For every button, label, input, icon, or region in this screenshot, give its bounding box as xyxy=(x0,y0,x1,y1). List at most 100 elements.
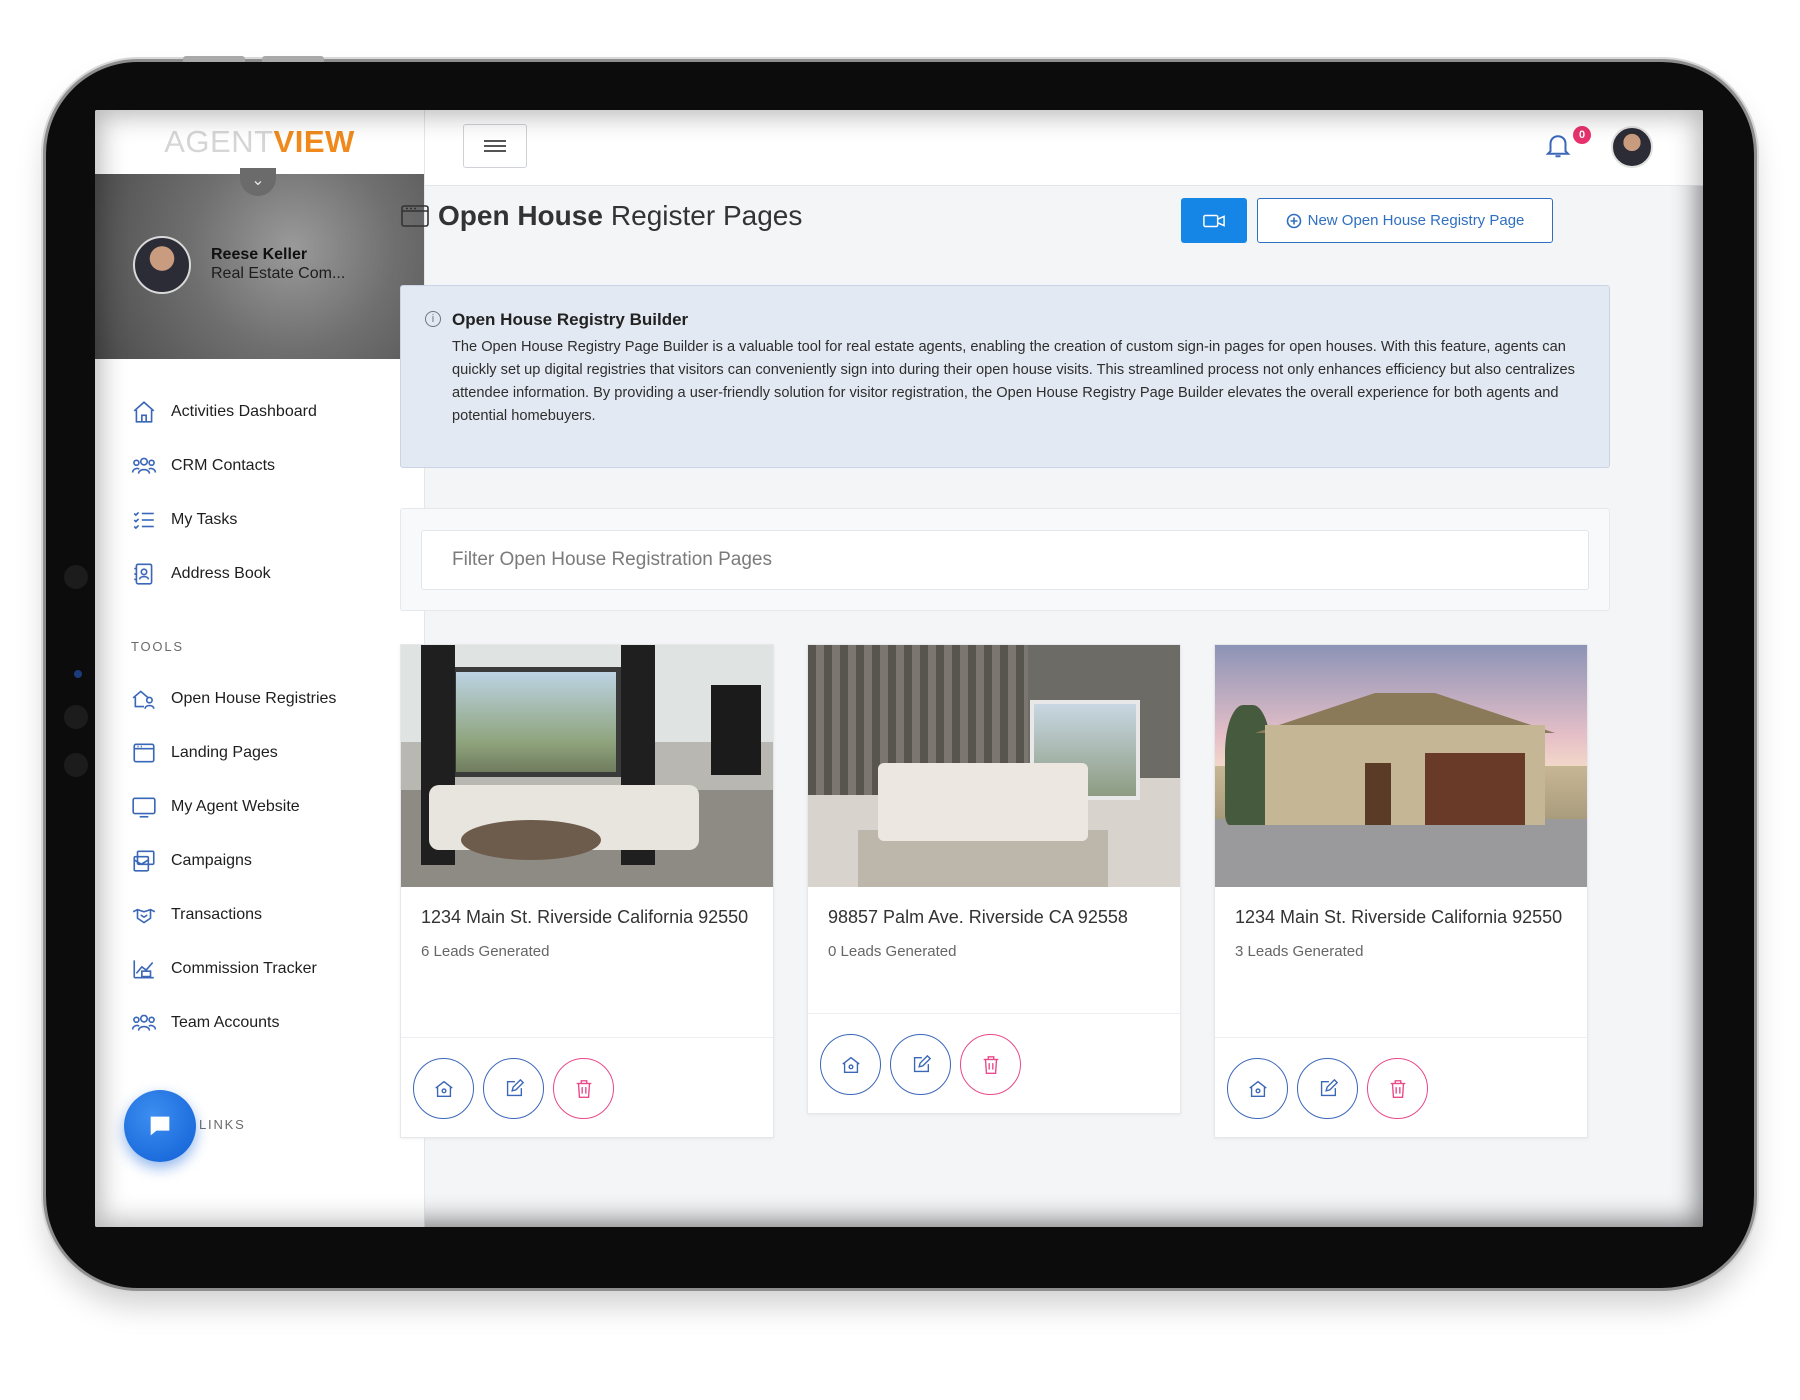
app-screen: AGENT VIEW ⌄ Reese Keller Real Estate Com… xyxy=(95,110,1703,1227)
video-camera-icon xyxy=(1203,214,1225,227)
sidebar-item-label: My Agent Website xyxy=(171,798,300,815)
app-logo[interactable]: AGENT VIEW xyxy=(95,110,424,174)
team-icon xyxy=(131,1014,157,1031)
edit-registry-button[interactable] xyxy=(1297,1058,1358,1119)
house-icon xyxy=(1248,1080,1267,1097)
card-leads: 6 Leads Generated xyxy=(421,943,550,960)
open-house-icon xyxy=(132,690,155,709)
chat-button[interactable] xyxy=(124,1090,196,1162)
avatar[interactable] xyxy=(133,236,191,294)
sidebar-item-crm-contacts[interactable]: CRM Contacts xyxy=(95,439,424,493)
bell-icon xyxy=(1545,135,1571,158)
sidebar-item-open-house-registries[interactable]: Open House Registries xyxy=(95,672,424,726)
home-icon xyxy=(133,401,155,423)
card-body: 1234 Main St. Riverside California 92550… xyxy=(401,887,773,1037)
page-title: Open House Register Pages xyxy=(400,200,802,232)
campaigns-icon xyxy=(133,850,155,872)
info-panel: i Open House Registry Builder The Open H… xyxy=(400,285,1610,468)
registry-card[interactable]: 1234 Main St. Riverside California 92550… xyxy=(400,644,774,1138)
video-tutorial-button[interactable] xyxy=(1181,198,1247,243)
sidebar-item-my-tasks[interactable]: My Tasks xyxy=(95,493,424,547)
info-title: Open House Registry Builder xyxy=(452,310,689,329)
card-actions xyxy=(1215,1037,1587,1137)
sidebar-main-nav: Activities Dashboard CRM Contacts My Tas… xyxy=(95,359,424,601)
filter-panel xyxy=(400,508,1610,611)
chevron-down-icon[interactable]: ⌄ xyxy=(240,168,276,196)
sidebar-item-address-book[interactable]: Address Book xyxy=(95,547,424,601)
view-registry-button[interactable] xyxy=(820,1034,881,1095)
delete-registry-button[interactable] xyxy=(960,1034,1021,1095)
page-title-rest: Register Pages xyxy=(610,200,803,231)
sidebar-item-team-accounts[interactable]: Team Accounts xyxy=(95,996,424,1050)
registry-card[interactable]: 98857 Palm Ave. Riverside CA 92558 0 Lea… xyxy=(807,644,1181,1114)
monitor-icon xyxy=(132,797,156,818)
card-address: 1234 Main St. Riverside California 92550 xyxy=(1235,907,1563,927)
trash-icon xyxy=(1390,1079,1405,1098)
sidebar-item-label: Transactions xyxy=(171,906,262,923)
links-section-label: LINKS xyxy=(199,1117,246,1132)
sidebar-item-my-agent-website[interactable]: My Agent Website xyxy=(95,780,424,834)
ipad-volume-button xyxy=(183,56,245,62)
logo-text-view: VIEW xyxy=(273,124,355,159)
sidebar-item-commission-tracker[interactable]: Commission Tracker xyxy=(95,942,424,996)
sidebar-item-label: Address Book xyxy=(171,565,271,582)
card-address: 1234 Main St. Riverside California 92550 xyxy=(421,907,749,927)
ipad-side-dot xyxy=(64,753,88,777)
sidebar-item-transactions[interactable]: Transactions xyxy=(95,888,424,942)
sidebar-item-label: Open House Registries xyxy=(171,690,337,707)
edit-registry-button[interactable] xyxy=(890,1034,951,1095)
ipad-camera xyxy=(74,670,82,678)
registry-card[interactable]: 1234 Main St. Riverside California 92550… xyxy=(1214,644,1588,1138)
sidebar-item-label: Commission Tracker xyxy=(171,960,317,977)
profile-role: Real Estate Com... xyxy=(211,265,346,282)
sidebar-tools-nav: Open House Registries Landing Pages My A… xyxy=(95,672,424,1050)
house-icon xyxy=(434,1080,453,1097)
ipad-side-dot xyxy=(64,705,88,729)
sidebar-item-label: Landing Pages xyxy=(171,744,278,761)
delete-registry-button[interactable] xyxy=(1367,1058,1428,1119)
edit-registry-button[interactable] xyxy=(483,1058,544,1119)
handshake-icon xyxy=(132,908,156,924)
edit-icon xyxy=(1320,1078,1338,1096)
new-open-house-registry-button[interactable]: New Open House Registry Page xyxy=(1257,198,1553,243)
sidebar: AGENT VIEW ⌄ Reese Keller Real Estate Com… xyxy=(95,110,425,1227)
edit-icon xyxy=(506,1078,524,1096)
chart-icon xyxy=(133,960,154,979)
sidebar-item-activities-dashboard[interactable]: Activities Dashboard xyxy=(95,385,424,439)
new-open-house-registry-button-label: New Open House Registry Page xyxy=(1307,212,1525,229)
edit-icon xyxy=(913,1054,931,1072)
filter-input[interactable] xyxy=(421,530,1589,590)
card-leads: 0 Leads Generated xyxy=(828,943,957,960)
menu-toggle-button[interactable] xyxy=(463,124,527,168)
avatar[interactable] xyxy=(1611,126,1653,168)
card-actions xyxy=(401,1037,773,1137)
info-icon: i xyxy=(425,311,441,327)
sidebar-item-label: CRM Contacts xyxy=(171,457,276,474)
house-exterior-photo xyxy=(1215,645,1587,887)
info-text: The Open House Registry Page Builder is … xyxy=(452,339,1575,424)
view-registry-button[interactable] xyxy=(1227,1058,1288,1119)
browser-icon xyxy=(401,205,429,227)
chat-icon xyxy=(150,1116,170,1136)
living-room-photo xyxy=(401,645,773,887)
sidebar-item-campaigns[interactable]: Campaigns xyxy=(95,834,424,888)
tools-section-label: TOOLS xyxy=(131,639,184,654)
sidebar-item-label: Campaigns xyxy=(171,852,252,869)
trash-icon xyxy=(983,1055,998,1074)
card-body: 98857 Palm Ave. Riverside CA 92558 0 Lea… xyxy=(808,887,1180,1013)
house-icon xyxy=(841,1056,860,1073)
notifications-button[interactable] xyxy=(1543,130,1573,160)
browser-icon xyxy=(133,743,155,763)
tasks-icon xyxy=(133,511,154,530)
hamburger-icon xyxy=(484,137,506,155)
card-actions xyxy=(808,1013,1180,1113)
profile-name: Reese Keller xyxy=(211,246,308,263)
logo-text-agent: AGENT xyxy=(164,124,274,159)
view-registry-button[interactable] xyxy=(413,1058,474,1119)
sidebar-item-landing-pages[interactable]: Landing Pages xyxy=(95,726,424,780)
delete-registry-button[interactable] xyxy=(553,1058,614,1119)
contacts-icon xyxy=(131,457,157,474)
page-title-bold: Open House xyxy=(438,200,603,231)
top-bar: 0 xyxy=(425,110,1703,186)
card-leads: 3 Leads Generated xyxy=(1235,943,1364,960)
